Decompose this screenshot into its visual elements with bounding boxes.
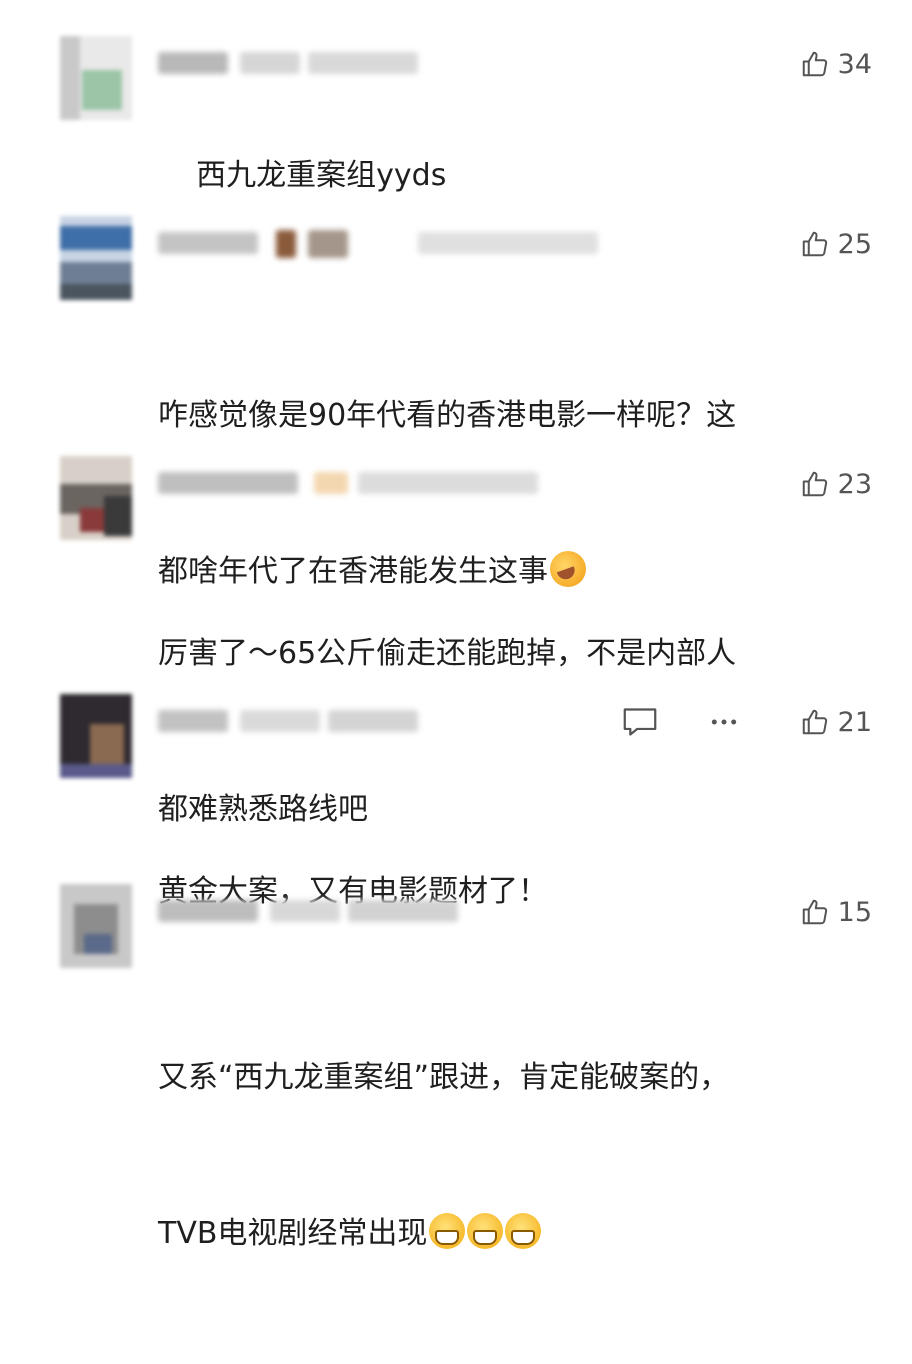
reply-button[interactable] xyxy=(622,702,658,742)
like-count: 15 xyxy=(837,896,872,928)
like-button[interactable]: 21 xyxy=(800,702,872,742)
comment-line: TVB电视剧经常出现 xyxy=(158,1216,428,1251)
like-count: 21 xyxy=(837,706,872,738)
like-button[interactable]: 34 xyxy=(800,44,872,84)
comment-line: 又系“西九龙重案组”跟进，肯定能破案的， xyxy=(158,1060,730,1095)
avatar[interactable] xyxy=(60,694,132,778)
avatar[interactable] xyxy=(60,456,132,540)
username-blurred[interactable] xyxy=(158,228,618,258)
like-count: 34 xyxy=(837,48,872,80)
grin-emoji-icon xyxy=(467,1213,504,1249)
thumbs-up-icon xyxy=(802,899,827,925)
avatar[interactable] xyxy=(60,216,132,300)
avatar[interactable] xyxy=(60,36,132,120)
thumbs-up-icon xyxy=(802,471,827,497)
thumbs-up-icon xyxy=(802,231,827,257)
comment-line: 咋感觉像是90年代看的香港电影一样呢？这 xyxy=(158,398,737,433)
username-blurred[interactable] xyxy=(158,896,618,926)
comment-text: 又系“西九龙重案组”跟进，肯定能破案的， TVB电视剧经常出现 xyxy=(158,948,878,1364)
comment-line: 西九龙重案组yyds xyxy=(196,158,447,193)
comment-line-wrap: TVB电视剧经常出现 xyxy=(158,1208,878,1260)
username-blurred[interactable] xyxy=(158,48,618,78)
grin-emoji-icon xyxy=(505,1213,542,1249)
grin-emoji-icon xyxy=(429,1213,466,1249)
like-count: 25 xyxy=(837,228,872,260)
avatar[interactable] xyxy=(60,884,132,968)
like-button[interactable]: 23 xyxy=(800,464,872,504)
username-blurred[interactable] xyxy=(158,468,618,498)
like-button[interactable]: 25 xyxy=(800,224,872,264)
comment-icon xyxy=(623,708,657,736)
like-button[interactable]: 15 xyxy=(800,892,872,932)
more-icon xyxy=(711,719,737,725)
like-count: 23 xyxy=(837,468,872,500)
more-button[interactable] xyxy=(706,702,742,742)
thumbs-up-icon xyxy=(802,51,827,77)
comment-line: 厉害了～65公斤偷走还能跑掉，不是内部人 xyxy=(158,636,737,671)
username-blurred[interactable] xyxy=(158,706,618,736)
thumbs-up-icon xyxy=(802,709,827,735)
